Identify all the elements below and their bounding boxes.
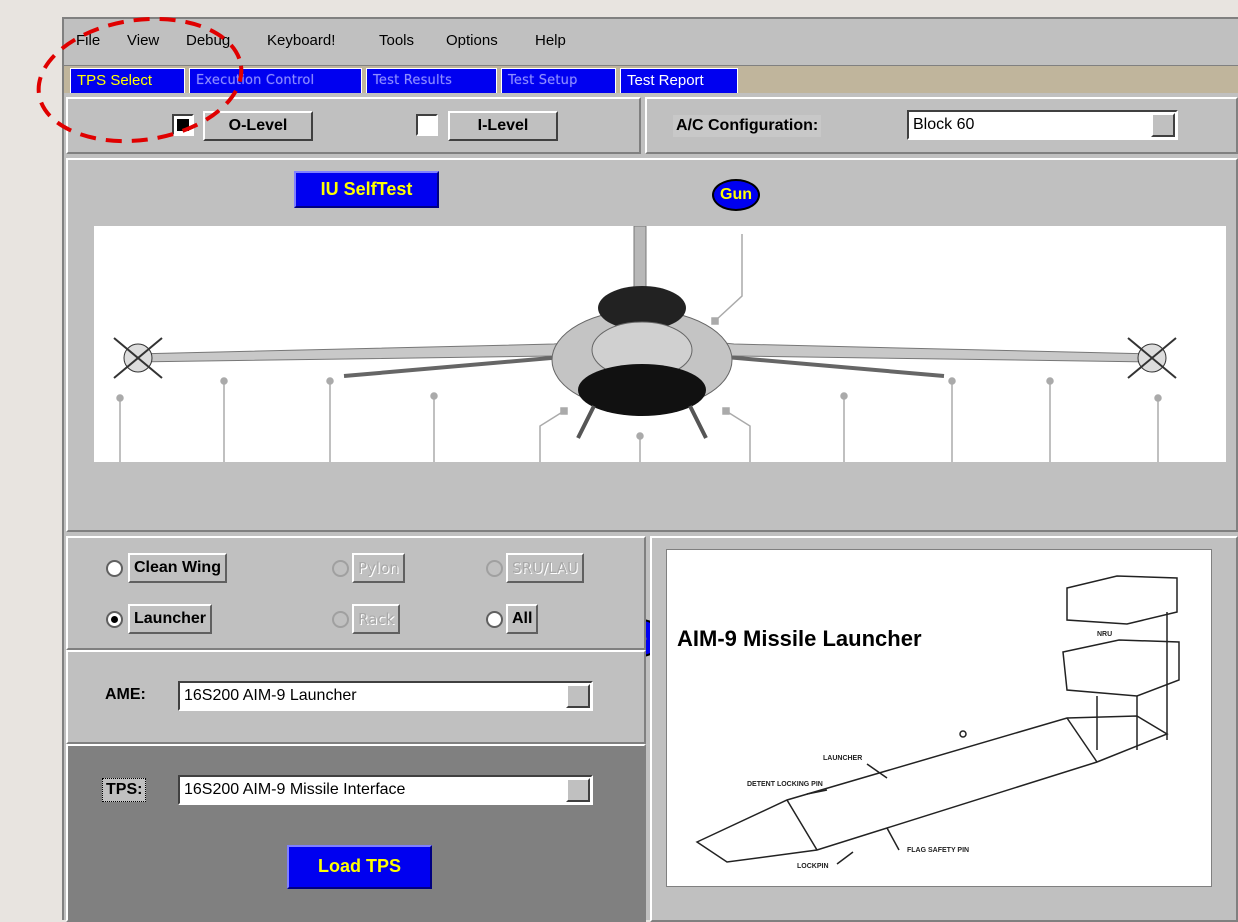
clean-wing-label[interactable]: Clean Wing	[128, 553, 227, 583]
tab-test-results[interactable]: Test Results	[366, 68, 497, 93]
station-diagram-panel: IU SelfTest Gun	[66, 158, 1238, 657]
tps-label: TPS:	[102, 778, 147, 802]
callout-detent-locking-pin: DETENT LOCKING PIN	[747, 781, 823, 788]
filter-panel: Clean Wing Pylon SRU/LAU Launcher Rack A…	[66, 536, 646, 650]
ame-select[interactable]: 16S200 AIM-9 Launcher	[178, 681, 593, 711]
tab-test-report[interactable]: Test Report	[620, 68, 738, 93]
callout-lockpin: LOCKPIN	[797, 863, 829, 870]
launcher-radio[interactable]	[106, 611, 123, 628]
pylon-label: Pylon	[352, 553, 405, 583]
config-label: A/C Configuration:	[673, 115, 822, 137]
iu-selftest-button[interactable]: IU SelfTest	[294, 171, 439, 208]
aircraft-front-view	[94, 226, 1226, 462]
dropdown-arrow-icon[interactable]	[1151, 113, 1175, 137]
sru-lau-radio	[486, 560, 503, 577]
all-label[interactable]: All	[506, 604, 539, 634]
rack-label: Rack	[352, 604, 401, 634]
load-tps-button[interactable]: Load TPS	[287, 845, 432, 889]
tps-panel: TPS: 16S200 AIM-9 Missile Interface Load…	[66, 744, 646, 922]
tab-test-setup[interactable]: Test Setup	[501, 68, 616, 93]
illustration-panel: AIM-9 Missile Launcher NRU LAUNCHER DETE…	[650, 536, 1238, 922]
ame-label: AME:	[105, 686, 146, 703]
i-level-button[interactable]: I-Level	[448, 111, 558, 141]
gun-station-button[interactable]: Gun	[712, 179, 760, 211]
launcher-drawing: NRU LAUNCHER DETENT LOCKING PIN FLAG SAF…	[695, 575, 1180, 870]
menu-help[interactable]: Help	[535, 32, 566, 49]
config-value: Block 60	[913, 116, 975, 133]
dropdown-arrow-icon[interactable]	[566, 684, 590, 708]
callout-nru: NRU	[1097, 631, 1112, 638]
menu-options[interactable]: Options	[446, 32, 498, 49]
clean-wing-radio[interactable]	[106, 560, 123, 577]
config-select[interactable]: Block 60	[907, 110, 1178, 140]
pylon-radio	[332, 560, 349, 577]
tps-value: 16S200 AIM-9 Missile Interface	[184, 781, 406, 798]
i-level-checkbox[interactable]	[416, 114, 438, 136]
callout-launcher: LAUNCHER	[823, 755, 862, 762]
ame-panel: AME: 16S200 AIM-9 Launcher	[66, 650, 646, 744]
launcher-label[interactable]: Launcher	[128, 604, 213, 634]
menu-tools[interactable]: Tools	[379, 32, 414, 49]
rack-radio	[332, 611, 349, 628]
tps-select[interactable]: 16S200 AIM-9 Missile Interface	[178, 775, 593, 805]
config-panel: A/C Configuration: Block 60	[645, 97, 1238, 154]
sru-lau-label: SRU/LAU	[506, 553, 584, 583]
all-radio[interactable]	[486, 611, 503, 628]
ame-value: 16S200 AIM-9 Launcher	[184, 687, 357, 704]
launcher-illustration: AIM-9 Missile Launcher NRU LAUNCHER DETE…	[666, 549, 1212, 887]
annotation-circle	[36, 16, 244, 144]
dropdown-arrow-icon[interactable]	[566, 778, 590, 802]
callout-flag-safety-pin: FLAG SAFETY PIN	[907, 847, 969, 854]
